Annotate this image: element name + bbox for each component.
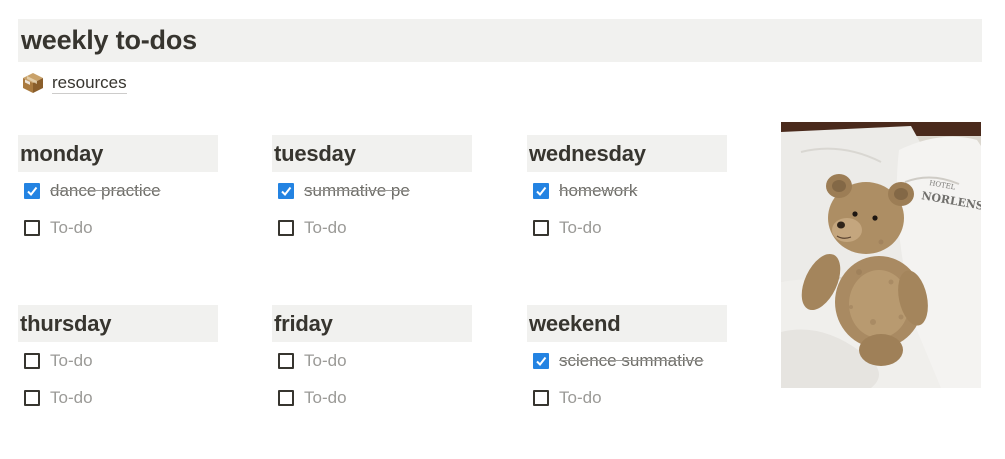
todo-checkbox[interactable] — [24, 389, 40, 406]
resources-label: resources — [52, 72, 127, 94]
todo-checkbox[interactable] — [533, 182, 549, 199]
day-heading: friday — [272, 305, 472, 342]
package-icon — [23, 73, 43, 93]
day-heading: monday — [18, 135, 218, 172]
checkmark-icon — [536, 186, 547, 196]
todo-text[interactable]: To-do — [50, 218, 93, 238]
todo-item: science summative — [527, 342, 727, 379]
todo-item: To-do — [272, 209, 472, 246]
todo-checkbox[interactable] — [533, 389, 549, 406]
day-heading-text[interactable]: monday — [20, 141, 103, 167]
todo-text[interactable]: To-do — [304, 218, 347, 238]
checkmark-icon — [281, 186, 292, 196]
todo-item: To-do — [272, 379, 472, 416]
day-block-friday: friday To-do To-do — [272, 305, 472, 416]
todo-item: dance practice — [18, 172, 218, 209]
day-block-weekend: weekend science summative To-do — [527, 305, 727, 416]
page-title-bar: weekly to-dos — [18, 19, 982, 62]
todo-item: To-do — [272, 342, 472, 379]
todo-text[interactable]: To-do — [304, 388, 347, 408]
todo-text[interactable]: summative pe — [304, 181, 410, 201]
todo-text[interactable]: homework — [559, 181, 637, 201]
checkmark-icon — [27, 186, 38, 196]
page-title[interactable]: weekly to-dos — [21, 25, 197, 56]
day-heading: tuesday — [272, 135, 472, 172]
day-block-monday: monday dance practice To-do — [18, 135, 218, 246]
day-heading-text[interactable]: thursday — [20, 311, 112, 337]
todo-item: To-do — [18, 342, 218, 379]
todo-item: summative pe — [272, 172, 472, 209]
todo-item: To-do — [18, 379, 218, 416]
todo-checkbox[interactable] — [24, 352, 40, 369]
todo-checkbox[interactable] — [533, 219, 549, 236]
todo-checkbox[interactable] — [533, 352, 549, 369]
todo-text[interactable]: To-do — [50, 388, 93, 408]
day-heading: wednesday — [527, 135, 727, 172]
day-heading: weekend — [527, 305, 727, 342]
todo-text[interactable]: To-do — [304, 351, 347, 371]
todo-item: To-do — [527, 379, 727, 416]
todo-checkbox[interactable] — [278, 182, 294, 199]
todo-checkbox[interactable] — [24, 219, 40, 236]
todo-text[interactable]: To-do — [50, 351, 93, 371]
day-heading-text[interactable]: friday — [274, 311, 333, 337]
day-heading-text[interactable]: weekend — [529, 311, 621, 337]
todo-text[interactable]: dance practice — [50, 181, 161, 201]
todo-text[interactable]: science summative — [559, 351, 704, 371]
day-heading: thursday — [18, 305, 218, 342]
day-block-thursday: thursday To-do To-do — [18, 305, 218, 416]
teddy-bear-illustration: HOTEL NORLENSE — [781, 122, 981, 388]
todo-item: homework — [527, 172, 727, 209]
day-heading-text[interactable]: wednesday — [529, 141, 646, 167]
checkmark-icon — [536, 356, 547, 366]
todo-text[interactable]: To-do — [559, 388, 602, 408]
todo-checkbox[interactable] — [24, 182, 40, 199]
day-block-tuesday: tuesday summative pe To-do — [272, 135, 472, 246]
todo-checkbox[interactable] — [278, 352, 294, 369]
todo-item: To-do — [18, 209, 218, 246]
day-block-wednesday: wednesday homework To-do — [527, 135, 727, 246]
todo-item: To-do — [527, 209, 727, 246]
todo-checkbox[interactable] — [278, 219, 294, 236]
day-heading-text[interactable]: tuesday — [274, 141, 356, 167]
todo-text[interactable]: To-do — [559, 218, 602, 238]
teddy-bear-image: HOTEL NORLENSE — [781, 122, 981, 388]
resources-link[interactable]: resources — [22, 71, 127, 95]
todo-checkbox[interactable] — [278, 389, 294, 406]
